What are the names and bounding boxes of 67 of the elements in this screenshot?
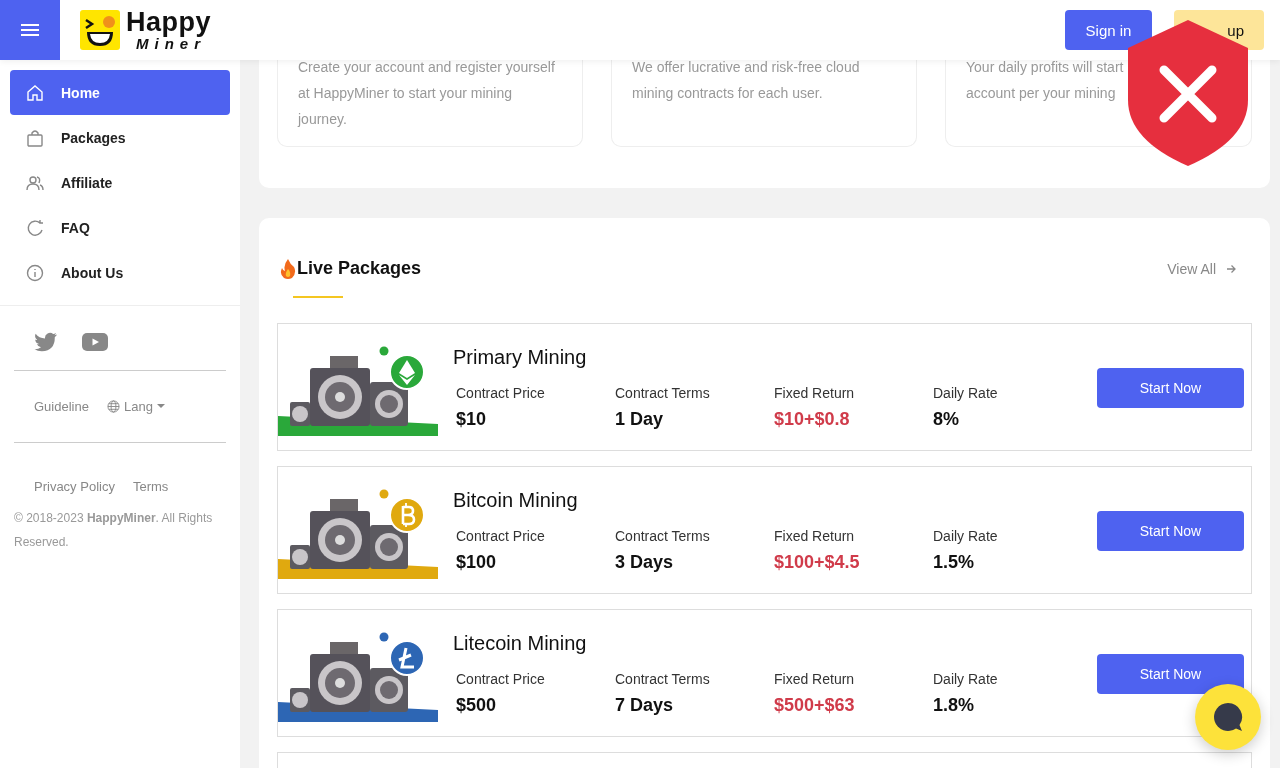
step-text: We offer lucrative and risk-free cloud mining contracts for each user.	[632, 58, 861, 103]
menu-button[interactable]	[0, 0, 60, 60]
start-now-button[interactable]: Start Now	[1097, 654, 1244, 694]
field-value: 1.8%	[933, 695, 976, 716]
logo-icon	[80, 10, 120, 50]
youtube-icon[interactable]	[82, 333, 108, 351]
field-value: 1 Day	[615, 409, 665, 430]
language-dropdown[interactable]: Lang	[106, 399, 165, 414]
field-label: Fixed Return	[774, 385, 856, 401]
field-value: $500	[456, 695, 498, 716]
terms-link[interactable]: Terms	[132, 479, 169, 494]
field-value: $500+$63	[774, 695, 856, 716]
package-title: Bitcoin Mining	[453, 489, 579, 512]
step-text: Your daily profits will start	[966, 58, 1125, 77]
fire-icon	[280, 259, 296, 279]
logo-subtitle: Miner	[136, 36, 206, 51]
dot-icon	[379, 346, 389, 356]
step-text: account per your mining	[966, 84, 1117, 103]
chat-bubble-icon	[1212, 701, 1244, 733]
field-label: Contract Price	[456, 528, 546, 544]
arrow-right-icon	[1226, 263, 1236, 274]
dot-icon	[379, 489, 389, 499]
field-value: 1.5%	[933, 552, 976, 573]
field-label: Contract Price	[456, 671, 546, 687]
menu-icon	[21, 23, 39, 37]
twitter-icon[interactable]	[34, 332, 58, 352]
field-value: 3 Days	[615, 552, 675, 573]
field-label: Daily Rate	[933, 385, 999, 401]
step-text: Create your account and register yourself at HappyMiner to start your mining journey.	[298, 58, 556, 129]
view-all-link[interactable]: View All	[1167, 260, 1236, 277]
nav-item[interactable]: Packages	[10, 115, 230, 160]
bag-icon	[25, 127, 45, 148]
globe-icon	[106, 400, 120, 413]
field-label: Contract Price	[456, 385, 546, 401]
home-icon	[25, 82, 45, 103]
start-now-button[interactable]: Start Now	[1097, 368, 1244, 408]
start-now-button[interactable]: Start Now	[1097, 511, 1244, 551]
dot-icon	[379, 632, 389, 642]
privacy-policy-link[interactable]: Privacy Policy	[34, 479, 115, 494]
field-value: $100+$4.5	[774, 552, 861, 573]
eth-coin-icon	[389, 354, 425, 390]
info-icon	[25, 262, 45, 283]
nav-item[interactable]: Home	[10, 70, 230, 115]
sign-in-button[interactable]: Sign in	[1065, 10, 1152, 50]
field-label: Fixed Return	[774, 528, 856, 544]
field-value: $10	[456, 409, 488, 430]
caret-icon	[156, 404, 165, 409]
field-label: Daily Rate	[933, 671, 999, 687]
field-value: $100	[456, 552, 498, 573]
field-label: Contract Terms	[615, 385, 711, 401]
field-label: Fixed Return	[774, 671, 856, 687]
guideline-link[interactable]: Guideline	[34, 399, 89, 414]
field-label: Daily Rate	[933, 528, 999, 544]
nav-item[interactable]: About Us	[10, 250, 230, 295]
nav-item[interactable]: FAQ	[10, 205, 230, 250]
copyright-text: © 2018-2023 HappyMiner. All Rights Reserved.	[13, 510, 214, 551]
field-value: 8%	[933, 409, 960, 430]
field-label: Contract Terms	[615, 671, 711, 687]
nav-item[interactable]: Affiliate	[10, 160, 230, 205]
package-title: Litecoin Mining	[453, 632, 588, 655]
package-title: Primary Mining	[453, 346, 588, 369]
field-value: 7 Days	[615, 695, 675, 716]
field-label: Contract Terms	[615, 528, 711, 544]
btc-coin-icon	[389, 497, 425, 533]
section-title: Live Packages	[297, 258, 422, 279]
field-value: $10+$0.8	[774, 409, 851, 430]
ltc-coin-icon	[389, 640, 425, 676]
